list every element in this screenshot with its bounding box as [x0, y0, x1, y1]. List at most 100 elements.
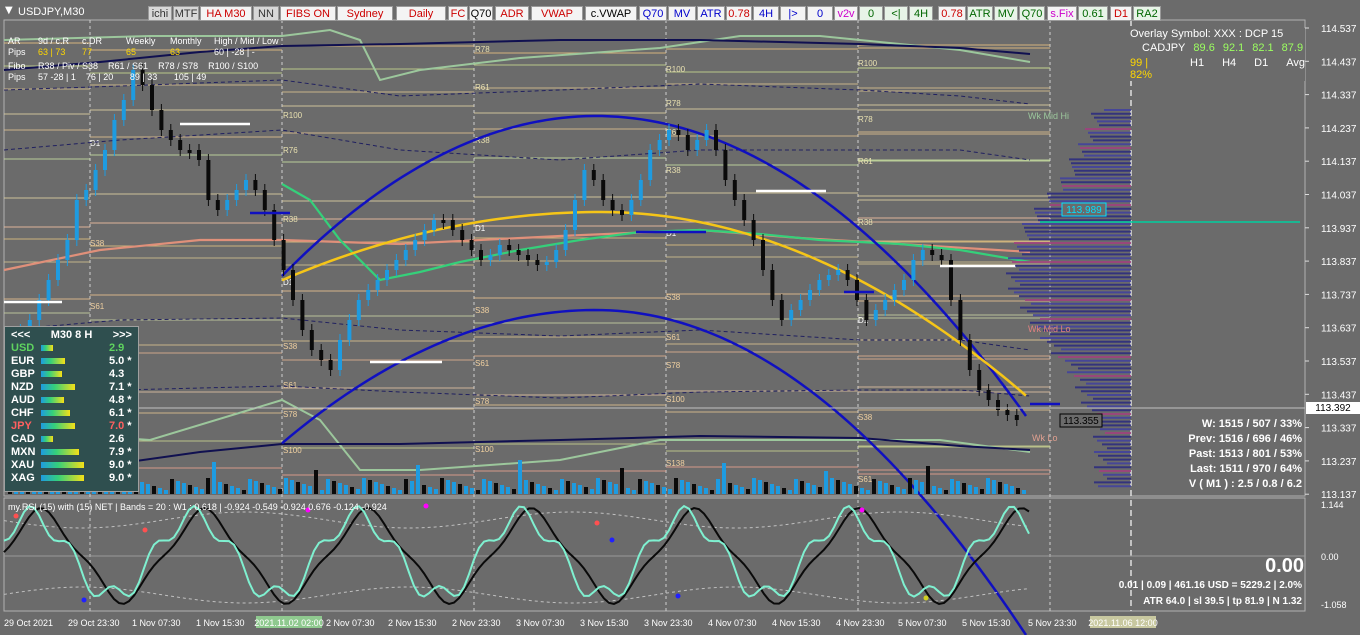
volume-bar	[572, 483, 576, 494]
volume-bar	[830, 478, 834, 494]
candle-body	[488, 255, 493, 260]
price-axis-label: 113.637	[1321, 324, 1357, 335]
overlay-tf: H1	[1190, 57, 1205, 69]
volume-bar	[782, 488, 786, 494]
volume-bar	[1022, 490, 1026, 494]
strength-row-mxn[interactable]: MXN 7.9 *	[5, 445, 138, 458]
candle-body	[300, 300, 305, 330]
volume-bar	[500, 485, 504, 494]
volume-bar	[998, 482, 1002, 494]
candle-body	[620, 210, 624, 215]
candle-body	[535, 260, 540, 265]
toolbar-button[interactable]: c.VWAP	[585, 6, 637, 21]
strength-row-eur[interactable]: EUR 5.0 *	[5, 354, 138, 367]
toolbar-button[interactable]: FIBS ON	[280, 6, 336, 21]
toolbar-button[interactable]: Q70	[469, 6, 493, 21]
volume-bar	[188, 485, 192, 494]
strength-timeframe[interactable]: M30	[51, 329, 72, 341]
toolbar-button[interactable]: |>	[780, 6, 806, 21]
candle-body	[695, 140, 700, 150]
candle-body	[281, 240, 286, 270]
toolbar-button[interactable]: HA M30	[200, 6, 252, 21]
volume-bar	[722, 463, 726, 494]
chevron-down-icon[interactable]: ▼	[5, 5, 13, 16]
toolbar-button[interactable]: NN	[253, 6, 279, 21]
toolbar-button[interactable]: 4H	[753, 6, 779, 21]
candle-body	[826, 275, 831, 280]
toolbar-button[interactable]: Q70	[639, 6, 667, 21]
candle-body	[422, 230, 427, 240]
toolbar-button[interactable]: <|	[884, 6, 908, 21]
toolbar-button[interactable]: MV	[994, 6, 1018, 21]
toolbar-button[interactable]: ADR	[495, 6, 529, 21]
strength-row-jpy[interactable]: JPY 7.0 *	[5, 419, 138, 432]
toolbar-button[interactable]: Q70	[1019, 6, 1045, 21]
candle-body	[573, 200, 577, 230]
time-axis-label: 5 Nov 23:30	[1028, 618, 1077, 628]
candle-body	[676, 130, 681, 135]
strength-row-gbp[interactable]: GBP 4.3	[5, 367, 138, 380]
overlay-val: 92.1	[1222, 42, 1245, 54]
toolbar-button[interactable]: D1	[1110, 6, 1132, 21]
currency-code: AUD	[11, 393, 35, 406]
volume-bar	[440, 478, 444, 494]
toolbar-button[interactable]: MTF	[173, 6, 199, 21]
strength-row-xag[interactable]: XAG 9.0 *	[5, 471, 138, 484]
toolbar-button[interactable]: 0.78	[938, 6, 966, 21]
toolbar-button[interactable]: VWAP	[531, 6, 583, 21]
toolbar-button[interactable]: 0	[807, 6, 833, 21]
toolbar-button[interactable]: s.Fix	[1047, 6, 1077, 21]
fib-level-label: S61	[666, 333, 681, 342]
volume-bar	[338, 483, 342, 494]
volume-bar	[320, 490, 324, 494]
toolbar-button[interactable]: 0	[859, 6, 883, 21]
prev-button[interactable]: <<<	[11, 329, 30, 341]
toolbar-button[interactable]: ATR	[697, 6, 725, 21]
stats-cell: 63	[170, 47, 181, 57]
next-button[interactable]: >>>	[113, 329, 132, 341]
fib-level-label: S100	[666, 395, 685, 404]
toolbar-button[interactable]: 0.78	[726, 6, 752, 21]
volume-bar	[662, 487, 666, 494]
volume-bar	[968, 485, 972, 494]
strength-row-nzd[interactable]: NZD 7.1 *	[5, 380, 138, 393]
candle-body	[845, 270, 850, 280]
toolbar-button[interactable]: 0.61	[1078, 6, 1108, 21]
toolbar-button[interactable]: FC	[448, 6, 468, 21]
toolbar-button[interactable]: ichi	[148, 6, 172, 21]
currency-code: MXN	[11, 445, 36, 458]
candle-body	[187, 150, 192, 153]
currency-code: CAD	[11, 432, 35, 445]
strength-period[interactable]: 8	[75, 329, 81, 341]
candle-body	[516, 250, 521, 255]
toolbar-button[interactable]: Daily	[396, 6, 446, 21]
toolbar-button[interactable]: 4H	[909, 6, 933, 21]
volume-bar	[944, 490, 948, 494]
toolbar-button[interactable]: RA2	[1133, 6, 1161, 21]
strength-row-xau[interactable]: XAU 9.0 *	[5, 458, 138, 471]
volume-bar	[848, 484, 852, 494]
volume-bar	[890, 485, 894, 494]
volume-bar	[650, 483, 654, 494]
strength-row-usd[interactable]: USD 2.9	[5, 341, 138, 354]
strength-row-aud[interactable]: AUD 4.8 *	[5, 393, 138, 406]
time-axis-label: 3 Nov 23:30	[644, 618, 693, 628]
toolbar-button[interactable]: ATR	[967, 6, 993, 21]
candle-body	[84, 190, 89, 200]
candle-body	[873, 310, 878, 320]
stats-cell: 9d / c.R	[38, 36, 70, 46]
price-axis-label: 114.137	[1321, 157, 1357, 168]
toolbar-button[interactable]: MV	[668, 6, 696, 21]
toolbar-button[interactable]: v2v	[834, 6, 858, 21]
strength-row-cad[interactable]: CAD 2.6	[5, 432, 138, 445]
volume-bar	[398, 490, 402, 494]
price-chart[interactable]: 114.537 114.437 114.337 114.237 114.137 114.0…	[0, 0, 1360, 635]
candle-body	[563, 230, 568, 250]
currency-code: XAG	[11, 471, 35, 484]
overlay-tf: D1	[1254, 57, 1269, 69]
overlay-pct: 99 | 82%	[1130, 57, 1153, 81]
strength-unit[interactable]: H	[84, 329, 92, 341]
strength-bar	[41, 409, 70, 416]
strength-row-chf[interactable]: CHF 6.1 *	[5, 406, 138, 419]
toolbar-button[interactable]: Sydney	[337, 6, 393, 21]
